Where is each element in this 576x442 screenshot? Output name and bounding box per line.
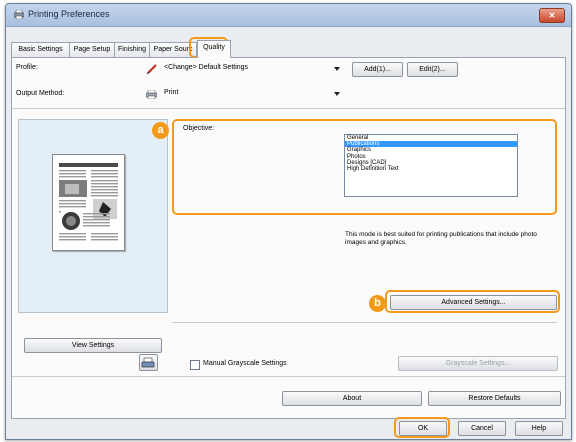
divider [172, 322, 557, 323]
profile-select[interactable]: <Change> Default Settings [142, 62, 344, 76]
preview-toggle-button[interactable] [139, 354, 158, 371]
edit-profile-button[interactable]: Edit(2)... [407, 62, 458, 77]
tab-basic-settings[interactable]: Basic Settings [11, 42, 70, 57]
advanced-settings-button[interactable]: Advanced Settings... [390, 295, 557, 310]
divider [12, 108, 565, 109]
close-icon: ✕ [548, 11, 556, 20]
ok-button[interactable]: OK [399, 421, 447, 436]
tab-quality[interactable]: Quality [197, 40, 231, 58]
title-bar[interactable]: Printing Preferences ✕ [6, 4, 571, 27]
profile-label: Profile: [16, 64, 38, 71]
printer-preview-icon [141, 357, 155, 368]
divider [12, 376, 565, 377]
printer-icon [14, 10, 24, 19]
restore-defaults-button[interactable]: Restore Defaults [428, 391, 561, 406]
print-preview [18, 119, 168, 313]
quality-panel: Profile: <Change> Default Settings Add(1… [11, 57, 566, 419]
help-button[interactable]: Help [515, 421, 563, 436]
output-method-select[interactable]: Print [142, 87, 344, 101]
about-button[interactable]: About [282, 391, 422, 406]
manual-grayscale-checkbox[interactable] [190, 360, 200, 370]
objective-highlight [172, 119, 557, 215]
manual-grayscale-label: Manual Grayscale Settings [203, 360, 287, 367]
tab-page-setup[interactable]: Page Setup [69, 42, 115, 57]
output-method-value: Print [164, 89, 179, 96]
grayscale-settings-button[interactable]: Grayscale Settings... [398, 356, 558, 371]
printer-icon [146, 90, 157, 99]
printing-preferences-window: Printing Preferences ✕ Basic Settings Pa… [5, 3, 572, 440]
chevron-down-icon [334, 67, 340, 71]
document-thumbnail-graphic [59, 163, 118, 241]
view-settings-button[interactable]: View Settings [24, 338, 162, 353]
window-title: Printing Preferences [28, 9, 110, 19]
callout-badge-a: a [152, 122, 169, 139]
pencil-icon [146, 64, 157, 74]
close-button[interactable]: ✕ [539, 8, 565, 23]
profile-value: <Change> Default Settings [164, 64, 249, 71]
tab-finishing[interactable]: Finishing [114, 42, 150, 57]
chevron-down-icon [334, 92, 340, 96]
objective-description: This mode is best suited for printing pu… [345, 231, 537, 246]
output-method-label: Output Method: [16, 90, 65, 97]
callout-badge-b: b [369, 295, 386, 312]
page-preview-thumbnail [52, 154, 125, 251]
add-profile-button[interactable]: Add(1)... [352, 62, 403, 77]
cancel-button[interactable]: Cancel [458, 421, 506, 436]
